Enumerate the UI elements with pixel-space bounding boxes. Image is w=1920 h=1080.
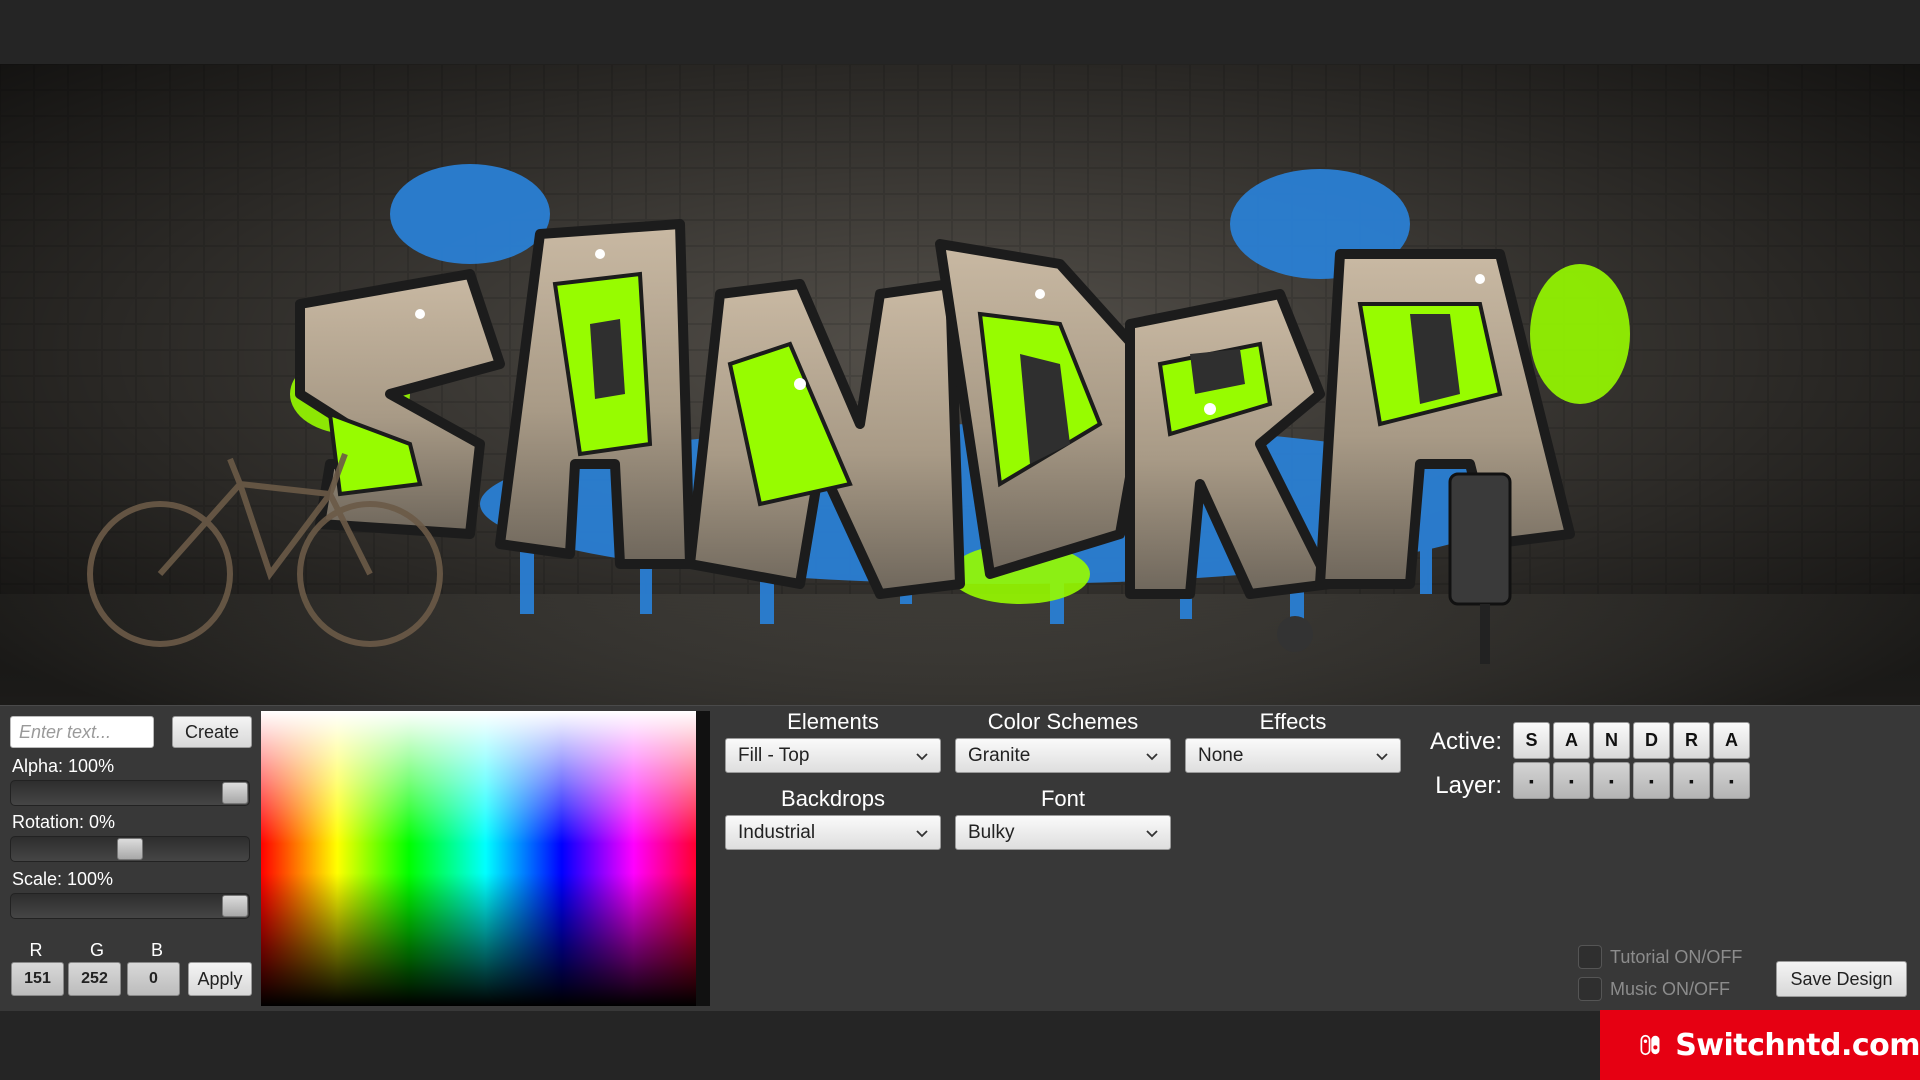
tutorial-toggle[interactable]: Tutorial ON/OFF xyxy=(1578,945,1742,969)
save-design-button[interactable]: Save Design xyxy=(1776,961,1907,997)
active-letter-button[interactable]: R xyxy=(1673,722,1710,759)
chevron-down-icon xyxy=(1146,829,1158,837)
r-label: R xyxy=(29,940,43,960)
switch-logo-icon xyxy=(1640,1034,1660,1056)
font-title: Font xyxy=(1040,786,1086,811)
top-bar xyxy=(0,0,1920,64)
layer-label: Layer: xyxy=(1435,772,1502,799)
alpha-slider-thumb[interactable] xyxy=(222,782,248,804)
music-checkbox[interactable] xyxy=(1578,977,1602,1001)
layer-button[interactable]: ▪ xyxy=(1673,762,1710,799)
alpha-slider[interactable] xyxy=(10,780,250,806)
layer-button[interactable]: ▪ xyxy=(1633,762,1670,799)
active-letter-button[interactable]: A xyxy=(1713,722,1750,759)
music-label: Music ON/OFF xyxy=(1610,978,1730,999)
apply-button[interactable]: Apply xyxy=(188,962,252,996)
color-schemes-dropdown[interactable]: Granite xyxy=(955,738,1171,773)
color-picker[interactable] xyxy=(261,711,710,1006)
graffiti-canvas[interactable] xyxy=(0,64,1920,705)
active-label: Active: xyxy=(1429,728,1502,755)
rotation-label: Rotation: 0% xyxy=(12,812,116,832)
tutorial-label: Tutorial ON/OFF xyxy=(1610,946,1743,967)
font-dropdown[interactable]: Bulky xyxy=(955,815,1171,850)
backdrops-value: Industrial xyxy=(738,821,816,843)
chevron-down-icon xyxy=(916,829,928,837)
b-label: B xyxy=(150,940,163,960)
color-schemes-value: Granite xyxy=(968,744,1031,766)
watermark-text: Switchntd.com xyxy=(1675,1027,1920,1063)
chevron-down-icon xyxy=(1146,752,1158,760)
effects-value: None xyxy=(1198,744,1244,766)
text-input[interactable] xyxy=(10,716,154,748)
watermark-banner: Switchntd.com xyxy=(1600,1010,1920,1080)
active-letter-button[interactable]: S xyxy=(1513,722,1550,759)
scale-label: Scale: 100% xyxy=(12,869,114,889)
layer-button[interactable]: ▪ xyxy=(1553,762,1590,799)
create-button[interactable]: Create xyxy=(172,716,252,748)
active-letter-button[interactable]: A xyxy=(1553,722,1590,759)
effects-title: Effects xyxy=(1259,709,1327,734)
scale-slider[interactable] xyxy=(10,893,250,919)
layer-button[interactable]: ▪ xyxy=(1513,762,1550,799)
chevron-down-icon xyxy=(1376,752,1388,760)
backdrops-dropdown[interactable]: Industrial xyxy=(725,815,941,850)
r-value-field[interactable]: 151 xyxy=(11,962,64,996)
layer-button[interactable]: ▪ xyxy=(1713,762,1750,799)
effects-dropdown[interactable]: None xyxy=(1185,738,1401,773)
chevron-down-icon xyxy=(916,752,928,760)
font-value: Bulky xyxy=(968,821,1015,843)
alpha-label: Alpha: 100% xyxy=(12,756,115,776)
g-label: G xyxy=(89,940,104,960)
active-letter-button[interactable]: D xyxy=(1633,722,1670,759)
scale-slider-thumb[interactable] xyxy=(222,895,248,917)
elements-title: Elements xyxy=(787,709,879,734)
music-toggle[interactable]: Music ON/OFF xyxy=(1578,977,1730,1001)
b-value-field[interactable]: 0 xyxy=(127,962,180,996)
layer-button[interactable]: ▪ xyxy=(1593,762,1630,799)
elements-dropdown[interactable]: Fill - Top xyxy=(725,738,941,773)
rotation-slider[interactable] xyxy=(10,836,250,862)
active-letter-button[interactable]: N xyxy=(1593,722,1630,759)
g-value-field[interactable]: 252 xyxy=(68,962,121,996)
elements-value: Fill - Top xyxy=(738,744,810,766)
tutorial-checkbox[interactable] xyxy=(1578,945,1602,969)
backdrops-title: Backdrops xyxy=(781,786,885,811)
rotation-slider-thumb[interactable] xyxy=(117,838,143,860)
color-schemes-title: Color Schemes xyxy=(987,709,1139,734)
